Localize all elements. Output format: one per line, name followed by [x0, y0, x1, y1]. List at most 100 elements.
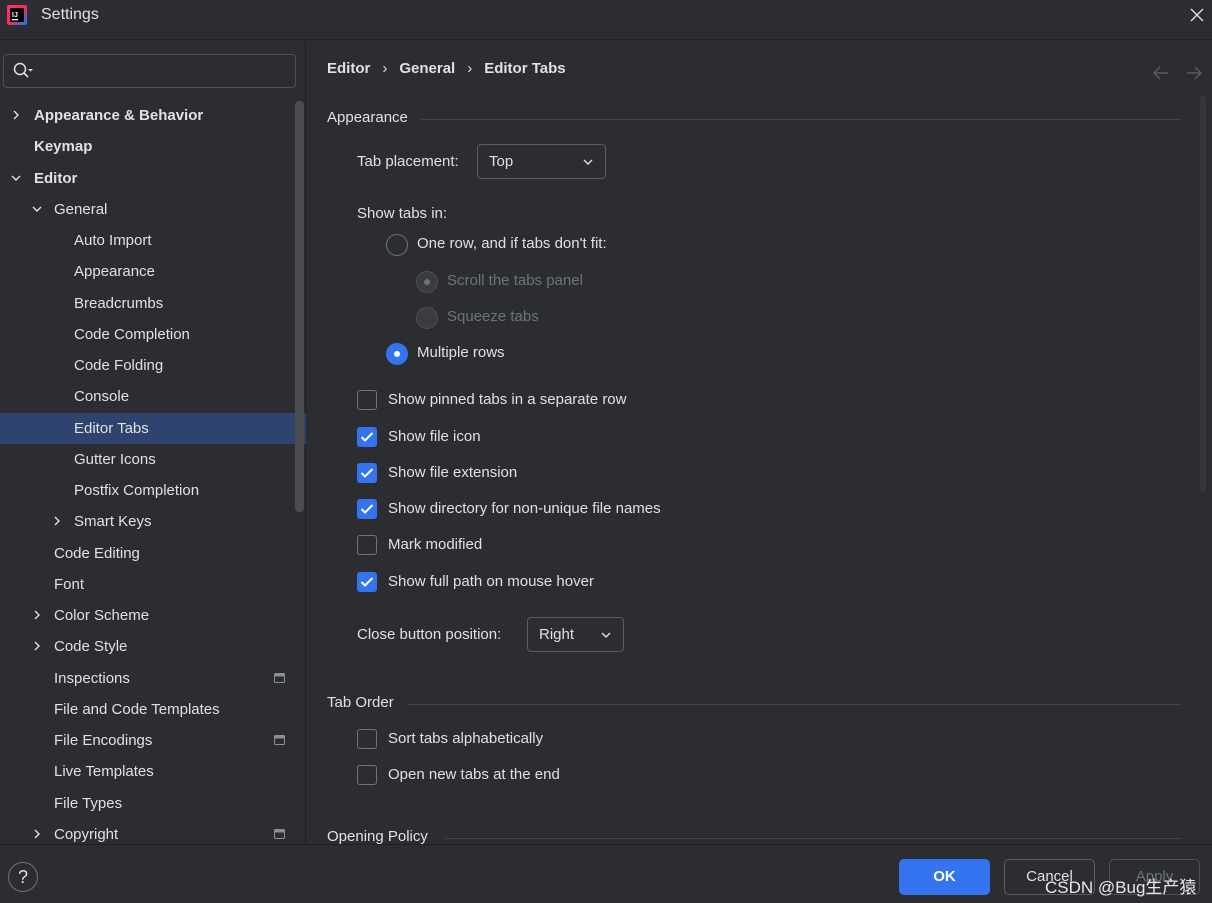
tree-item-console[interactable]: Console — [0, 381, 306, 412]
tree-item-label: Code Completion — [74, 325, 190, 343]
radio-label: Scroll the tabs panel — [447, 272, 583, 289]
tree-item-code-folding[interactable]: Code Folding — [0, 350, 306, 381]
radio-label: Squeeze tabs — [447, 308, 539, 325]
tree-item-appearance[interactable]: Appearance — [0, 256, 306, 287]
checkbox[interactable] — [357, 729, 377, 749]
checkbox-label: Mark modified — [388, 536, 483, 553]
radio-button[interactable] — [416, 271, 438, 293]
radio-button[interactable] — [416, 307, 438, 329]
close-icon[interactable] — [1186, 4, 1208, 26]
section-title-appearance: Appearance — [327, 109, 408, 126]
tree-item-gutter-icons[interactable]: Gutter Icons — [0, 444, 306, 475]
tree-scrollbar[interactable] — [295, 101, 304, 512]
radio-label: One row, and if tabs don't fit: — [417, 235, 607, 252]
tree-item-live-templates[interactable]: Live Templates — [0, 756, 306, 787]
chevron-right-icon[interactable] — [10, 109, 22, 121]
arrow-left-icon[interactable] — [1152, 65, 1170, 81]
arrow-right-icon[interactable] — [1185, 65, 1203, 81]
checkbox[interactable] — [357, 499, 377, 519]
tree-item-code-editing[interactable]: Code Editing — [0, 538, 306, 569]
tree-item-editor-tabs[interactable]: Editor Tabs — [0, 412, 306, 444]
chevron-right-icon[interactable] — [31, 640, 43, 652]
tree-item-label: Appearance & Behavior — [34, 107, 204, 124]
breadcrumb-item[interactable]: Editor — [327, 60, 370, 77]
tree-item-keymap[interactable]: Keymap — [0, 131, 306, 162]
tree-item-file-encodings[interactable]: File Encodings — [0, 725, 306, 756]
tree-item-code-completion[interactable]: Code Completion — [0, 319, 306, 350]
intellij-logo-icon: IJ — [7, 5, 27, 25]
tree-item-label: Editor — [34, 169, 78, 187]
checkbox-label: Show file icon — [388, 428, 481, 445]
chevron-right-icon[interactable] — [31, 828, 43, 840]
tree-item-general[interactable]: General — [0, 194, 306, 225]
breadcrumb-separator: › — [382, 60, 388, 77]
tree-item-label: Live Templates — [54, 763, 154, 781]
tab-placement-label: Tab placement: — [357, 153, 459, 170]
tree-item-file-types[interactable]: File Types — [0, 788, 306, 819]
checkmark-icon — [360, 432, 374, 442]
chevron-right-icon[interactable] — [31, 609, 43, 621]
tree-item-breadcrumbs[interactable]: Breadcrumbs — [0, 288, 306, 319]
show-tabs-in-label: Show tabs in: — [357, 205, 448, 222]
tree-item-label: File Encodings — [54, 732, 153, 749]
checkbox[interactable] — [357, 427, 377, 447]
project-settings-icon — [274, 672, 285, 683]
radio-button[interactable] — [386, 343, 408, 365]
chevron-down-icon[interactable] — [31, 203, 43, 215]
tree-item-code-style[interactable]: Code Style — [0, 631, 306, 662]
checkbox[interactable] — [357, 390, 377, 410]
tree-item-label: Auto Import — [74, 232, 152, 249]
section-divider — [445, 838, 1181, 839]
help-button[interactable]: ? — [8, 862, 38, 892]
search-field[interactable] — [3, 54, 296, 88]
watermark: CSDN @Bug生产猿 — [1045, 878, 1197, 897]
radio-button[interactable] — [386, 234, 408, 256]
tree-item-label: File Types — [54, 794, 123, 812]
svg-text:IJ: IJ — [12, 12, 18, 19]
checkbox[interactable] — [357, 535, 377, 555]
breadcrumb-item[interactable]: General — [399, 60, 455, 77]
tree-item-label: General — [54, 200, 108, 218]
tree-item-label: File and Code Templates — [54, 700, 220, 718]
chevron-right-icon[interactable] — [51, 515, 63, 527]
tree-item-label: Inspections — [54, 669, 130, 687]
search-input[interactable] — [40, 59, 290, 83]
tab-placement-dropdown[interactable]: Top — [477, 144, 606, 179]
tree-item-label: Smart Keys — [74, 513, 152, 531]
checkbox-label: Open new tabs at the end — [388, 766, 560, 783]
chevron-down-icon[interactable] — [10, 172, 22, 184]
tree-item-editor[interactable]: Editor — [0, 163, 306, 194]
section-title-tab-order: Tab Order — [327, 694, 394, 711]
checkbox[interactable] — [357, 572, 377, 592]
tree-item-label: Breadcrumbs — [74, 294, 164, 312]
tree-item-auto-import[interactable]: Auto Import — [0, 225, 306, 256]
tree-item-inspections[interactable]: Inspections — [0, 663, 306, 694]
checkbox[interactable] — [357, 463, 377, 483]
checkmark-icon — [360, 504, 374, 514]
tree-item-label: Code Folding — [74, 357, 164, 374]
ok-button[interactable]: OK — [899, 859, 990, 895]
checkbox[interactable] — [357, 765, 377, 785]
checkbox-label: Show file extension — [388, 464, 518, 481]
checkbox-label: Show full path on mouse hover — [388, 573, 594, 590]
section-divider — [421, 119, 1181, 120]
close-button-position-dropdown[interactable]: Right — [527, 617, 624, 652]
tree-item-font[interactable]: Font — [0, 569, 306, 600]
tree-item-label: Keymap — [34, 138, 93, 156]
project-settings-icon — [274, 735, 285, 745]
tab-placement-value: Top — [489, 153, 514, 170]
close-button-position-value: Right — [539, 626, 575, 643]
radio-label: Multiple rows — [417, 344, 505, 361]
close-button-position-label: Close button position: — [357, 626, 502, 643]
tree-item-file-code-templates[interactable]: File and Code Templates — [0, 694, 306, 725]
tree-item-label: Console — [74, 388, 130, 406]
content-scrollbar[interactable] — [1200, 95, 1206, 492]
breadcrumb: Editor › General › Editor Tabs — [327, 60, 566, 77]
tree-item-appearance-behavior[interactable]: Appearance & Behavior — [0, 100, 306, 131]
checkmark-icon — [360, 468, 374, 478]
tree-item-postfix-completion[interactable]: Postfix Completion — [0, 475, 306, 506]
tree-item-smart-keys[interactable]: Smart Keys — [0, 506, 306, 537]
tree-item-color-scheme[interactable]: Color Scheme — [0, 600, 306, 631]
section-divider — [408, 704, 1181, 705]
search-icon[interactable] — [13, 62, 35, 80]
